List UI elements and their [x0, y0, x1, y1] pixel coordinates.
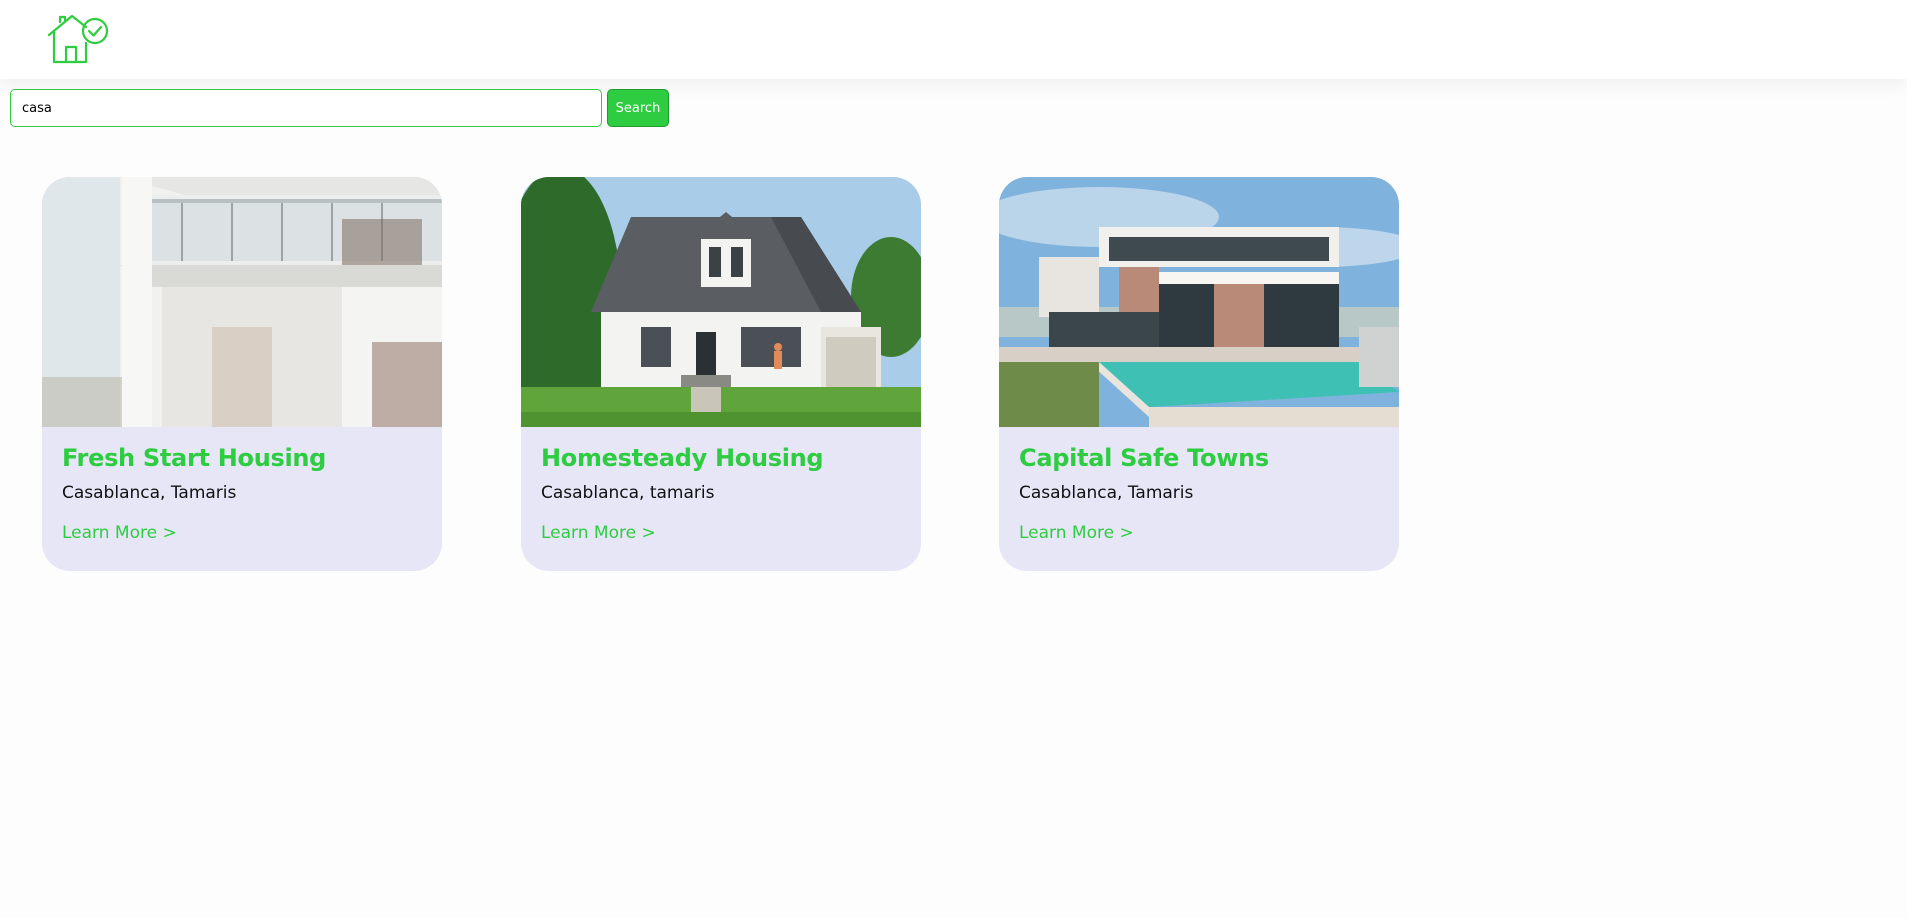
- listing-title[interactable]: Capital Safe Towns: [1019, 443, 1379, 473]
- learn-more-link[interactable]: Learn More >: [1019, 521, 1134, 545]
- listing-location: Casablanca, Tamaris: [1019, 483, 1194, 503]
- learn-more-link[interactable]: Learn More >: [62, 521, 177, 545]
- listing-card[interactable]: Fresh Start Housing Casablanca, Tamaris …: [42, 177, 442, 571]
- listing-title[interactable]: Homesteady Housing: [541, 443, 901, 473]
- house-check-icon[interactable]: [46, 13, 110, 65]
- listing-location: Casablanca, tamaris: [541, 483, 715, 503]
- top-header: [0, 0, 1907, 79]
- search-bar: Search: [10, 89, 669, 127]
- listing-location: Casablanca, Tamaris: [62, 483, 237, 503]
- listing-title[interactable]: Fresh Start Housing: [62, 443, 422, 473]
- listing-card[interactable]: Homesteady Housing Casablanca, tamaris L…: [521, 177, 921, 571]
- luxury-villa-pool-photo: [999, 177, 1399, 427]
- modern-apartment-balcony-photo: [42, 177, 442, 427]
- listing-card[interactable]: Capital Safe Towns Casablanca, Tamaris L…: [999, 177, 1399, 571]
- search-input[interactable]: [10, 89, 602, 127]
- search-button[interactable]: Search: [607, 89, 669, 127]
- suburban-house-lawn-photo: [521, 177, 921, 427]
- learn-more-link[interactable]: Learn More >: [541, 521, 656, 545]
